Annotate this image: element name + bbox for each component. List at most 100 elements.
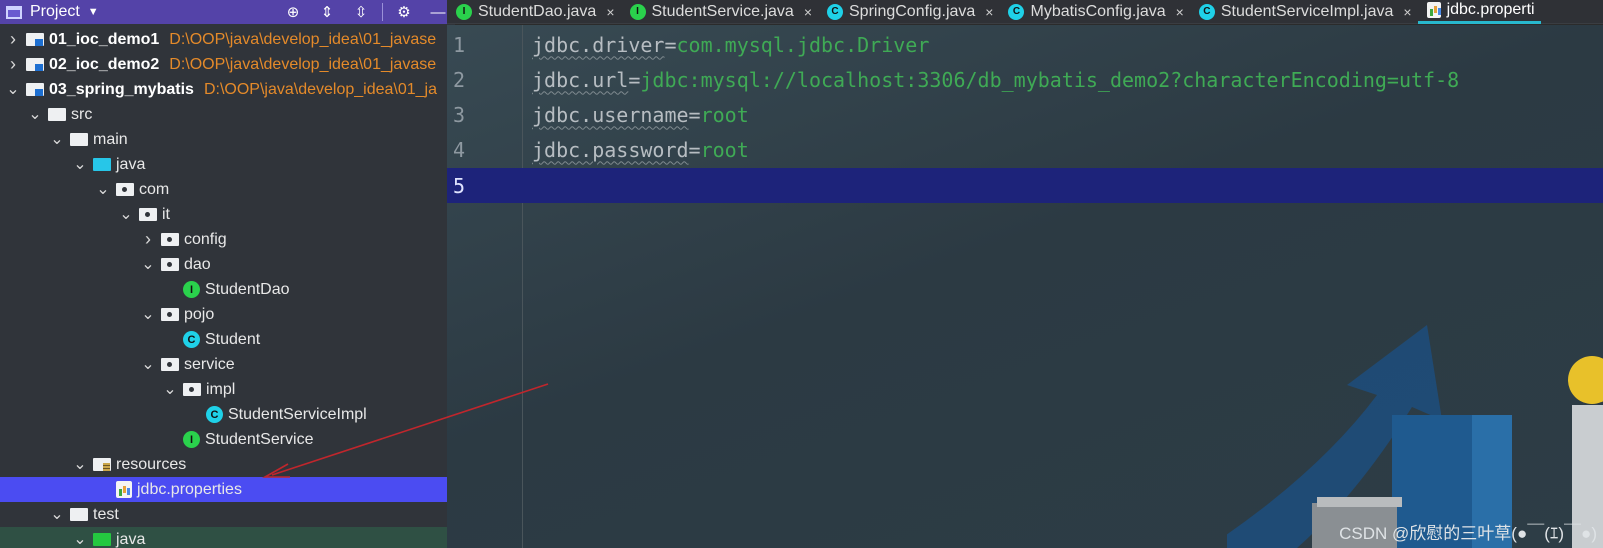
code-text: jdbc.password=root [522,138,749,162]
tree-item[interactable]: ⌄ test [0,502,455,527]
close-icon[interactable]: × [1176,4,1184,20]
close-icon[interactable]: × [1403,4,1411,20]
editor-tab[interactable]: C SpringConfig.java × [818,0,999,24]
editor-tab[interactable]: jdbc.properti [1417,0,1541,24]
tab-label: StudentService.java [651,2,794,20]
module-path: D:\OOP\java\develop_idea\01_javase [169,55,437,73]
editor-tab[interactable]: C StudentServiceImpl.java × [1190,0,1418,24]
close-icon[interactable]: × [804,4,812,20]
close-icon[interactable]: × [606,4,614,20]
chevron-right-icon[interactable]: › [6,54,20,75]
line-number: 4 [453,137,466,162]
expand-all-icon[interactable]: ⇕ [310,3,344,21]
background-decoration [1227,325,1603,548]
chevron-down-icon[interactable]: ⌄ [141,356,155,372]
tree-item[interactable]: ⌄ 03_spring_mybatis D:\OOP\java\develop_id… [0,77,455,102]
tree-item[interactable]: I StudentDao [0,277,455,302]
chevron-down-icon[interactable]: ⌄ [96,181,110,197]
project-icon [6,5,22,19]
tree-item[interactable]: ⌄ java [0,152,455,177]
module-path: D:\OOP\java\develop_idea\01_javase [169,30,437,48]
package-icon [161,308,179,321]
property-value: com.mysql.jdbc.Driver [676,32,930,57]
package-icon [161,358,179,371]
code-line[interactable]: 1 jdbc.driver=com.mysql.jdbc.Driver [447,27,1603,62]
tree-item-label: Student [205,330,261,348]
tree-item-label: java [116,155,146,173]
package-icon [183,383,201,396]
code-line[interactable]: 5 [447,168,1603,203]
code-line[interactable]: 4 jdbc.password=root [447,132,1603,167]
chevron-down-icon[interactable]: ⌄ [119,206,133,222]
module-folder-icon [26,83,44,96]
chevron-down-icon[interactable]: ⌄ [73,156,87,172]
collapse-all-icon[interactable]: ⇳ [344,3,378,21]
tree-item[interactable]: ⌄ service [0,352,455,377]
tree-item[interactable]: ⌄ java [0,527,455,548]
property-key: jdbc.password [532,137,689,162]
tree-item-label: StudentService [205,430,314,448]
tree-item[interactable]: C Student [0,327,455,352]
tree-item-label: StudentDao [205,280,290,298]
chevron-down-icon[interactable]: ⌄ [28,106,42,122]
tree-item[interactable]: C StudentServiceImpl [0,402,455,427]
code-line[interactable]: 2 jdbc.url=jdbc:mysql://localhost:3306/db… [447,62,1603,97]
tree-item[interactable]: ⌄ dao [0,252,455,277]
close-icon[interactable]: × [985,4,993,20]
chevron-right-icon[interactable]: › [141,229,155,250]
tree-item-label: src [71,105,93,123]
tab-label: MybatisConfig.java [1030,2,1166,20]
tree-item[interactable]: › config [0,227,455,252]
editor-tab[interactable]: C MybatisConfig.java × [999,0,1189,24]
code-text: jdbc.username=root [522,103,749,127]
tree-item[interactable]: ⌄ resources [0,452,455,477]
line-number: 1 [453,32,466,57]
code-editor[interactable]: 1 jdbc.driver=com.mysql.jdbc.Driver 2 jdbc.… [447,25,1603,548]
tree-item[interactable]: ⌄ com [0,177,455,202]
tab-label: StudentDao.java [478,2,597,20]
class-icon: C [206,406,223,423]
tree-item[interactable]: › 02_ioc_demo2 D:\OOP\java\develop_idea\01… [0,52,455,77]
chevron-right-icon[interactable]: › [6,29,20,50]
tree-item[interactable]: ⌄ impl [0,377,455,402]
editor-tab[interactable]: I StudentDao.java × [447,0,621,24]
package-icon [161,233,179,246]
tree-item[interactable]: › 01_ioc_demo1 D:\OOP\java\develop_idea\01… [0,27,455,52]
chevron-down-icon[interactable]: ⌄ [50,506,64,522]
chevron-down-icon[interactable]: ▼ [88,6,99,18]
gear-icon[interactable]: ⚙ [387,3,421,21]
tree-item-label: 03_spring_mybatis [49,80,194,98]
chevron-down-icon[interactable]: ⌄ [73,531,87,547]
tree-item[interactable]: ⌄ main [0,127,455,152]
package-icon [139,208,157,221]
interface-icon: I [183,431,200,448]
tree-item-label: main [93,130,128,148]
tree-item[interactable]: jdbc.properties [0,477,455,502]
chevron-down-icon[interactable]: ⌄ [141,256,155,272]
class-icon: C [1198,3,1215,20]
chevron-down-icon[interactable]: ⌄ [73,456,87,472]
tree-item[interactable]: ⌄ src [0,102,455,127]
editor-tab[interactable]: I StudentService.java × [621,0,819,24]
tree-item-label: java [116,530,146,548]
chevron-down-icon[interactable]: ⌄ [50,131,64,147]
module-path: D:\OOP\java\develop_idea\01_ja [203,80,437,98]
tree-item-label: dao [184,255,211,273]
code-line[interactable]: 3 jdbc.username=root [447,97,1603,132]
target-icon[interactable]: ⊕ [276,3,310,21]
property-value: root [700,102,749,127]
editor-tab-bar: I StudentDao.java × I StudentService.java × C S… [447,0,1603,24]
chevron-down-icon[interactable]: ⌄ [141,306,155,322]
property-equals: = [628,67,641,92]
chevron-down-icon[interactable]: ⌄ [163,381,177,397]
tree-item-label: StudentServiceImpl [228,405,367,423]
package-icon [116,183,134,196]
tree-item[interactable]: ⌄ it [0,202,455,227]
folder-icon [48,108,66,121]
project-title[interactable]: Project [30,3,80,21]
chevron-down-icon[interactable]: ⌄ [6,81,20,97]
tree-item[interactable]: ⌄ pojo [0,302,455,327]
property-key: jdbc.url [532,67,629,92]
module-folder-icon [26,58,44,71]
tree-item[interactable]: I StudentService [0,427,455,452]
